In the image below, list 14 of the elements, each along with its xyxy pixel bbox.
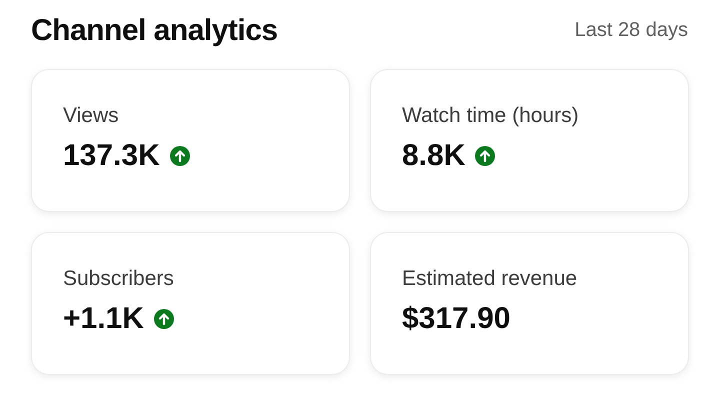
- metric-value: 137.3K: [63, 138, 160, 174]
- metric-label: Estimated revenue: [402, 266, 578, 292]
- period-label: Last 28 days: [574, 18, 688, 43]
- metric-card[interactable]: Views 137.3K: [31, 69, 350, 212]
- metric-value: 8.8K: [402, 138, 466, 174]
- metric-card[interactable]: Watch time (hours) 8.8K: [370, 69, 689, 212]
- metric-card[interactable]: Estimated revenue $317.90: [370, 232, 689, 375]
- metric-label: Watch time (hours): [402, 103, 580, 129]
- metric-label: Subscribers: [63, 266, 175, 292]
- section-title: Channel analytics: [31, 12, 278, 48]
- metric-card[interactable]: Subscribers +1.1K: [31, 232, 350, 375]
- metric-value: $317.90: [402, 301, 510, 337]
- metric-value: +1.1K: [63, 301, 144, 337]
- metric-label: Views: [63, 103, 120, 129]
